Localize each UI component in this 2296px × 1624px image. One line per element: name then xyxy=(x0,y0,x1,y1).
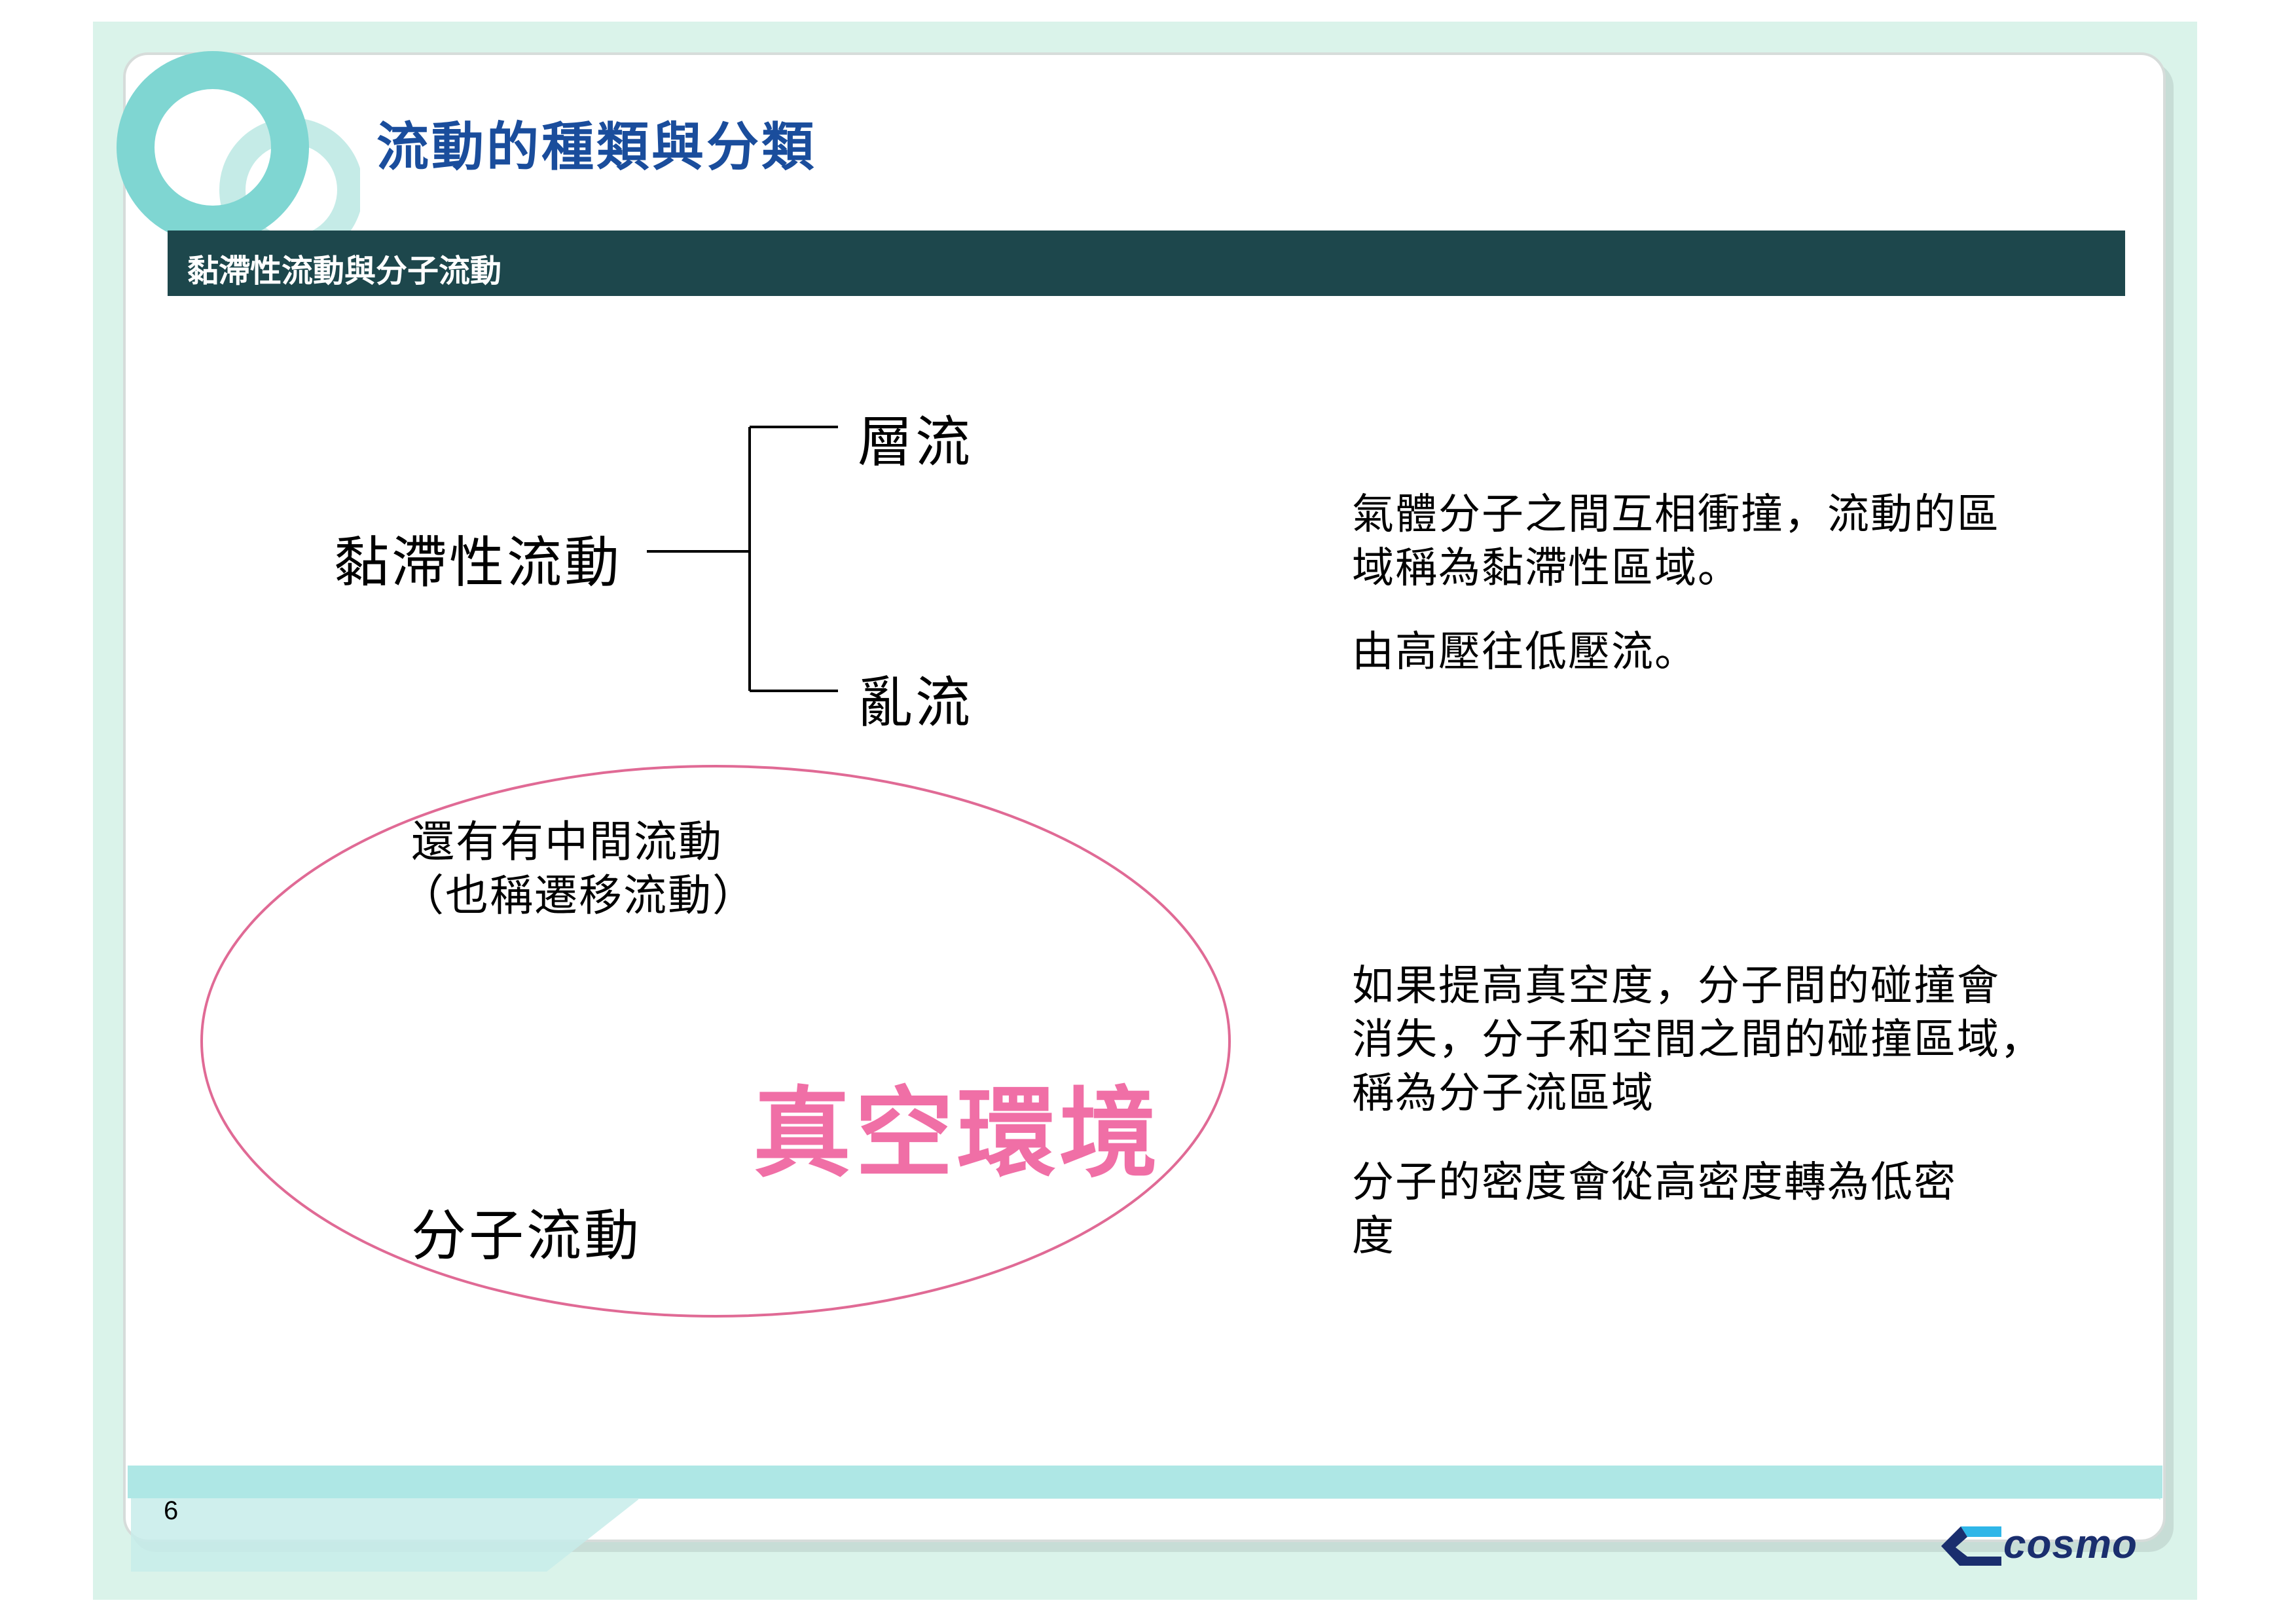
turbulent-flow-label: 亂流 xyxy=(858,671,974,735)
transition-flow-note: （也稱遷移流動） xyxy=(401,870,757,921)
vacuum-environment-label: 真空環境 xyxy=(753,1077,1162,1191)
cosmo-logo-mark-icon xyxy=(1941,1526,2001,1566)
section-header-bar: 黏滯性流動與分子流動 xyxy=(168,231,2125,296)
viscous-flow-label: 黏滯性流動 xyxy=(334,530,623,595)
laminar-flow-label: 層流 xyxy=(858,410,974,474)
viscous-desc-line1: 氣體分子之間互相衝撞，流動的區 xyxy=(1352,490,2000,539)
molecular-desc-line4: 分子的密度會從高密度轉為低密 xyxy=(1352,1158,1957,1207)
molecular-flow-label: 分子流動 xyxy=(411,1204,642,1268)
cosmo-logo-text: cosmo xyxy=(2003,1522,2138,1567)
viscous-desc-line3: 由高壓往低壓流。 xyxy=(1352,628,1698,676)
molecular-desc-line3: 稱為分子流區域 xyxy=(1352,1069,1654,1118)
molecular-desc-line1: 如果提高真空度，分子間的碰撞會 xyxy=(1352,962,2000,1010)
page-title: 流動的種類與分類 xyxy=(376,117,816,177)
footer-band xyxy=(128,1466,2162,1498)
intermediate-flow-label: 還有有中間流動 xyxy=(411,817,723,867)
viscous-desc-line2: 域稱為黏滯性區域。 xyxy=(1352,544,1741,593)
section-header-label: 黏滯性流動與分子流動 xyxy=(187,253,502,289)
molecular-desc-line2: 消失，分子和空間之間的碰撞區域， xyxy=(1352,1016,2043,1064)
page-number: 6 xyxy=(164,1496,179,1525)
molecular-desc-line5: 度 xyxy=(1352,1212,1395,1261)
cosmo-logo: cosmo xyxy=(1941,1522,2144,1570)
